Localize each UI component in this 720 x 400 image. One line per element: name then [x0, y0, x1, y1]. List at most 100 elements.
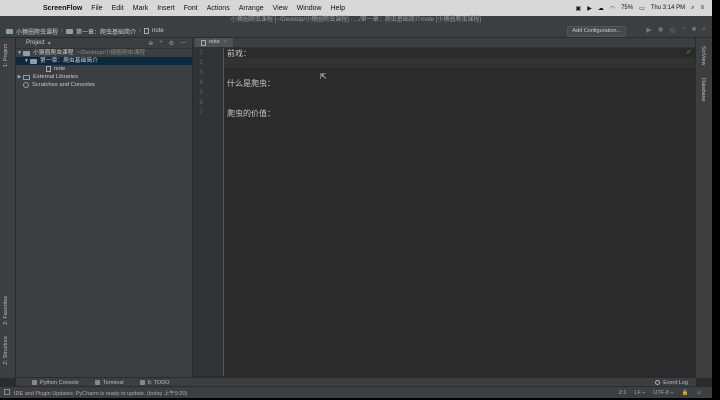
menu-font[interactable]: Font — [184, 5, 198, 12]
search-everywhere-icon[interactable]: ⌕ — [702, 26, 706, 34]
breadcrumb-folder[interactable]: 第一章：爬虫基础简介 — [76, 27, 136, 36]
tree-item-root[interactable]: ▼ 小猿圈爬虫课程 ~/Desktop/小猿圈爬虫课程 — [16, 49, 192, 57]
breadcrumb-file[interactable]: note — [152, 28, 164, 34]
screen: ScreenFlow File Edit Mark Insert Font Ac… — [0, 0, 712, 398]
locate-icon[interactable]: ⊕ — [148, 40, 153, 47]
record-icon[interactable]: ▣ — [576, 5, 582, 12]
line-number-gutter: 1 2 3 4 5 6 7 — [193, 48, 224, 376]
code-editor[interactable]: 前戏： 什么是爬虫： 爬虫的价值： ⇱ ✓ — [224, 48, 696, 376]
breadcrumb-project[interactable]: 小猿圈爬虫课程 — [16, 27, 58, 36]
todo-label: 6: TODO — [147, 379, 170, 386]
stop-icon[interactable]: ■ — [692, 26, 696, 34]
project-tree: ▼ 小猿圈爬虫课程 ~/Desktop/小猿圈爬虫课程 ▼ 第一章：爬虫基础简介… — [16, 49, 192, 89]
tool-windows-icon[interactable] — [4, 389, 10, 395]
line-separator[interactable]: LF ÷ — [634, 390, 645, 396]
folder-icon — [30, 58, 37, 64]
cloud-icon[interactable]: ☁ — [598, 5, 604, 12]
debug-icon[interactable]: ✱ — [658, 26, 664, 34]
tree-item-external-libraries[interactable]: ▶ External Libraries — [16, 73, 192, 81]
file-icon — [201, 39, 206, 46]
todo-tab[interactable]: 6: TODO — [139, 379, 170, 386]
menu-mark[interactable]: Mark — [133, 5, 149, 12]
file-icon — [144, 28, 150, 34]
project-panel-header: Project ▾ ⊕ ÷ ⚙ — — [16, 38, 192, 49]
tree-item-scratches[interactable]: Scratches and Consoles — [16, 81, 192, 89]
line-number: 3 — [199, 69, 203, 76]
editor-tab-note[interactable]: note × — [195, 38, 233, 47]
mouse-pointer-icon: ⇱ — [320, 72, 327, 81]
inspector-icon[interactable]: ☺ — [696, 390, 702, 396]
lock-icon[interactable]: 🔒 — [682, 390, 689, 396]
menu-app[interactable]: ScreenFlow — [43, 5, 82, 12]
file-encoding[interactable]: UTF-8 ÷ — [653, 390, 673, 396]
menu-insert[interactable]: Insert — [157, 5, 175, 12]
python-console-icon — [32, 380, 37, 385]
project-panel: Project ▾ ⊕ ÷ ⚙ — ▼ 小猿圈爬虫课程 ~/Desktop/小猿… — [16, 38, 193, 378]
battery-label[interactable]: 75% — [621, 5, 633, 11]
battery-icon[interactable]: ▭ — [639, 5, 645, 12]
search-icon[interactable]: ⌕ — [691, 5, 694, 12]
caret-position[interactable]: 2:1 — [619, 390, 627, 396]
menu-actions[interactable]: Actions — [207, 5, 230, 12]
expand-arrow-icon[interactable]: ▼ — [16, 49, 23, 57]
terminal-icon — [94, 380, 100, 385]
menu-file[interactable]: File — [91, 5, 102, 12]
coverage-icon[interactable]: ◎ — [670, 26, 676, 34]
expand-arrow-icon[interactable]: ▼ — [23, 57, 30, 65]
scratches-icon — [23, 82, 29, 88]
run-icon[interactable]: ▶ — [646, 26, 651, 34]
left-tool-stripe: 1: Project 2: Favorites Z: Structure — [0, 38, 16, 378]
wifi-icon[interactable]: ◠ — [610, 5, 615, 12]
status-message[interactable]: IDE and Plugin Updates: PyCharm is ready… — [14, 389, 187, 397]
menu-list-icon[interactable]: ≡ — [700, 5, 704, 11]
mac-menubar: ScreenFlow File Edit Mark Insert Font Ac… — [0, 0, 712, 16]
tree-item-note[interactable]: note — [16, 65, 192, 73]
close-icon[interactable]: × — [224, 38, 227, 47]
profile-icon[interactable]: ◔ — [682, 26, 686, 34]
editor-tab-label: note — [209, 39, 220, 45]
menu-help[interactable]: Help — [331, 5, 345, 12]
menu-window[interactable]: Window — [297, 5, 322, 12]
breadcrumb: 小猿圈爬虫课程 › 第一章：爬虫基础简介 › note — [6, 27, 164, 36]
add-configuration-button[interactable]: Add Configuration... — [567, 26, 626, 37]
tree-item-chapter1[interactable]: ▼ 第一章：爬虫基础简介 — [16, 57, 192, 65]
line-number: 1 — [199, 49, 203, 56]
terminal-label: Terminal — [102, 379, 124, 386]
gear-icon[interactable]: ⚙ — [169, 40, 174, 47]
tree-item-label: Scratches and Consoles — [32, 82, 95, 88]
structure-tool-tab[interactable]: Z: Structure — [3, 336, 9, 365]
tree-item-label: 第一章：爬虫基础简介 — [40, 58, 98, 64]
hide-icon[interactable]: — — [180, 40, 186, 47]
database-tool-tab[interactable]: Database — [700, 78, 706, 102]
project-tool-tab[interactable]: 1: Project — [3, 44, 9, 67]
favorites-tool-tab[interactable]: 2: Favorites — [3, 296, 9, 325]
folder-icon — [6, 28, 13, 34]
collapse-all-icon[interactable]: ÷ — [159, 40, 162, 47]
play-icon[interactable]: ▶ — [587, 5, 592, 12]
current-line-highlight — [224, 58, 696, 68]
python-console-label: Python Console — [40, 379, 79, 386]
python-console-tab[interactable]: Python Console — [32, 380, 79, 386]
terminal-tab[interactable]: Terminal — [94, 379, 124, 386]
tree-item-label: External Libraries — [33, 74, 79, 80]
project-view-selector[interactable]: Project — [26, 40, 45, 46]
folder-icon — [23, 50, 30, 56]
menu-view[interactable]: View — [273, 5, 288, 12]
editor-tab-bar: note × — [193, 38, 696, 48]
clock-label[interactable]: Thu 3:14 PM — [651, 5, 685, 11]
chevron-down-icon[interactable]: ▾ — [48, 40, 51, 47]
event-log-tab[interactable]: Event Log — [655, 380, 688, 386]
window-title: 小猿圈爬虫课程 [~/Desktop/小猿圈爬虫课程] - .../第一章：爬虫… — [0, 16, 712, 25]
line-number: 7 — [199, 109, 203, 116]
menu-arrange[interactable]: Arrange — [239, 5, 264, 12]
menu-edit[interactable]: Edit — [112, 5, 124, 12]
code-line-7: 爬虫的价值： — [227, 109, 275, 118]
expand-arrow-icon[interactable]: ▶ — [16, 73, 23, 81]
event-log-label: Event Log — [663, 379, 688, 386]
todo-icon — [139, 380, 145, 385]
sciview-tool-tab[interactable]: SciView — [700, 46, 706, 65]
line-number: 5 — [199, 89, 203, 96]
file-icon — [46, 66, 51, 72]
line-number: 4 — [199, 79, 203, 86]
tree-item-path: ~/Desktop/小猿圈爬虫课程 — [76, 50, 146, 56]
